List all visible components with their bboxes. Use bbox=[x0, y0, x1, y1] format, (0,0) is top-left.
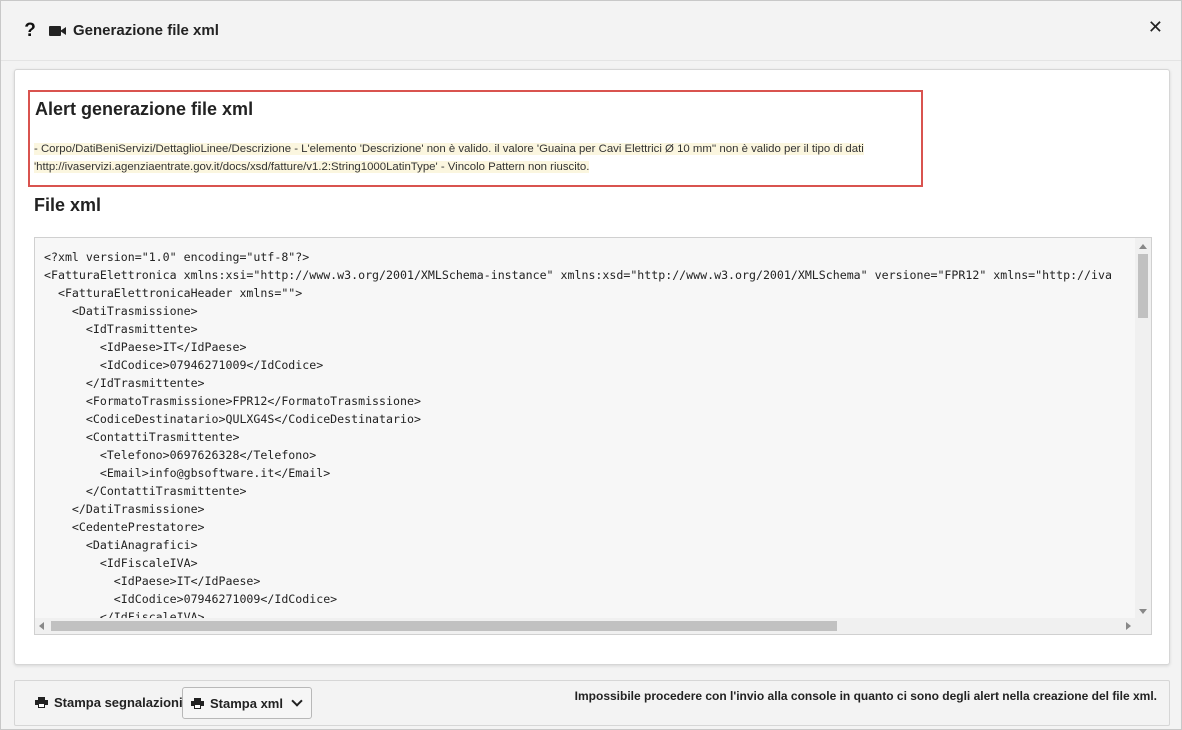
xml-code-line: </IdFiscaleIVA> bbox=[44, 610, 205, 618]
xml-code-line: <ContattiTrasmittente> bbox=[44, 430, 240, 444]
xml-code-line: <Telefono>0697626328</Telefono> bbox=[44, 448, 317, 462]
scroll-down-icon[interactable] bbox=[1139, 609, 1147, 614]
xml-code-line: <FatturaElettronica xmlns:xsi="http://ww… bbox=[44, 268, 1112, 282]
xml-code-line: <CedentePrestatore> bbox=[44, 520, 205, 534]
xml-code-line: <IdPaese>IT</IdPaese> bbox=[44, 574, 261, 588]
dialog-window: ? Generazione file xml ✕ Alert generazio… bbox=[0, 0, 1182, 730]
alert-message-line2: 'http://ivaservizi.agenziaentrate.gov.it… bbox=[34, 161, 590, 173]
xml-code-line: </IdTrasmittente> bbox=[44, 376, 205, 390]
printer-icon bbox=[35, 697, 48, 708]
print-reports-button[interactable]: Stampa segnalazioni bbox=[35, 695, 183, 710]
xml-code-area[interactable]: <?xml version="1.0" encoding="utf-8"?> <F… bbox=[35, 238, 1135, 618]
vertical-scroll-thumb[interactable] bbox=[1138, 254, 1148, 318]
vertical-scrollbar[interactable] bbox=[1135, 238, 1151, 620]
alert-title: Alert generazione file xml bbox=[35, 99, 254, 119]
xml-code-line: <FatturaElettronicaHeader xmlns=""> bbox=[44, 286, 303, 300]
dialog-title: Generazione file xml bbox=[73, 22, 219, 39]
footer-status-message: Impossibile procedere con l'invio alla c… bbox=[574, 689, 1157, 703]
scroll-left-icon[interactable] bbox=[39, 622, 44, 630]
xml-code-line: <CodiceDestinatario>QULXG4S</CodiceDesti… bbox=[44, 412, 421, 426]
printer-icon bbox=[191, 697, 204, 709]
alert-box: Alert generazione file xml - Corpo/DatiB… bbox=[28, 90, 923, 187]
xml-code-viewer[interactable]: <?xml version="1.0" encoding="utf-8"?> <F… bbox=[34, 237, 1152, 635]
print-xml-dropdown-button[interactable]: Stampa xml bbox=[182, 687, 312, 719]
chevron-down-icon bbox=[291, 695, 303, 707]
xml-code-line: </ContattiTrasmittente> bbox=[44, 484, 247, 498]
content-panel: Alert generazione file xml - Corpo/DatiB… bbox=[14, 69, 1170, 665]
scroll-right-icon[interactable] bbox=[1126, 622, 1131, 630]
alert-message-line1: - Corpo/DatiBeniServizi/DettaglioLinee/D… bbox=[34, 143, 864, 155]
xml-code-line: <DatiAnagrafici> bbox=[44, 538, 198, 552]
question-icon[interactable]: ? bbox=[23, 20, 37, 42]
xml-code-line: <FormatoTrasmissione>FPR12</FormatoTrasm… bbox=[44, 394, 421, 408]
horizontal-scroll-thumb[interactable] bbox=[51, 621, 837, 631]
xml-code-line: <IdTrasmittente> bbox=[44, 322, 198, 336]
dialog-footer: Stampa segnalazioni Stampa xml Impossibi… bbox=[14, 680, 1170, 726]
alert-message: - Corpo/DatiBeniServizi/DettaglioLinee/D… bbox=[34, 140, 914, 176]
print-xml-label: Stampa xml bbox=[210, 695, 283, 711]
video-camera-icon[interactable] bbox=[49, 24, 69, 38]
xml-code-line: <IdCodice>07946271009</IdCodice> bbox=[44, 592, 338, 606]
scroll-up-icon[interactable] bbox=[1139, 244, 1147, 249]
close-icon[interactable]: ✕ bbox=[1148, 17, 1163, 38]
xml-section-title: File xml bbox=[34, 195, 102, 215]
xml-code-line: <Email>info@gbsoftware.it</Email> bbox=[44, 466, 331, 480]
dialog-titlebar: ? Generazione file xml ✕ bbox=[1, 1, 1181, 61]
xml-code-line: <IdFiscaleIVA> bbox=[44, 556, 198, 570]
horizontal-scrollbar[interactable] bbox=[35, 618, 1151, 634]
xml-code-line: <IdPaese>IT</IdPaese> bbox=[44, 340, 247, 354]
print-reports-label: Stampa segnalazioni bbox=[54, 695, 183, 710]
xml-code-line: </DatiTrasmissione> bbox=[44, 502, 205, 516]
xml-code-line: <DatiTrasmissione> bbox=[44, 304, 198, 318]
xml-code-line: <IdCodice>07946271009</IdCodice> bbox=[44, 358, 324, 372]
xml-code-line: <?xml version="1.0" encoding="utf-8"?> bbox=[44, 250, 310, 264]
